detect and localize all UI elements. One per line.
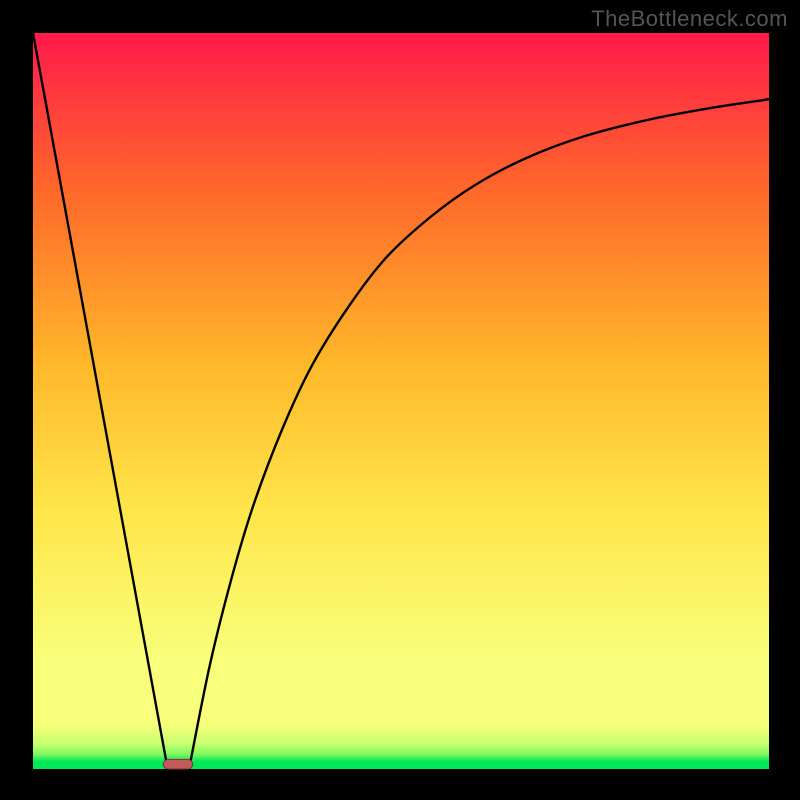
chart-frame: TheBottleneck.com	[0, 0, 800, 800]
plot-background	[33, 33, 769, 769]
bottleneck-chart	[0, 0, 800, 800]
optimum-marker	[163, 759, 192, 769]
watermark-text: TheBottleneck.com	[591, 6, 788, 32]
